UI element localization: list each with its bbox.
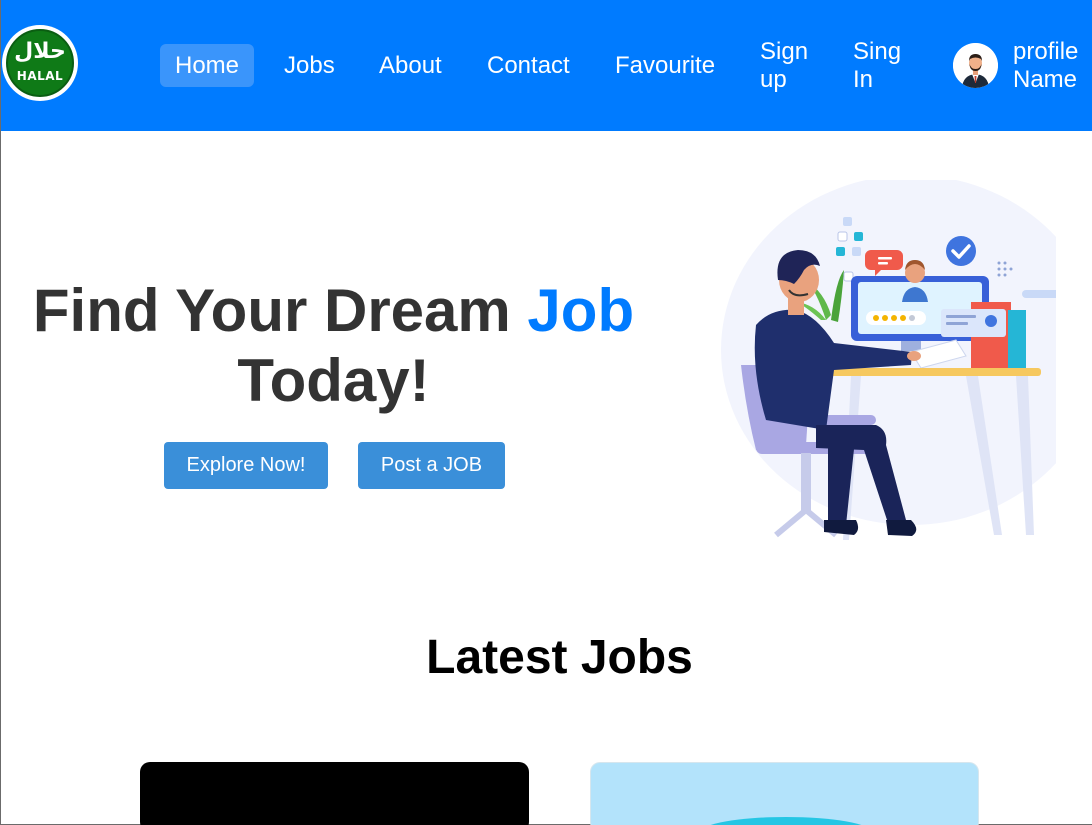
halal-logo-badge: حلال HALAL xyxy=(6,29,74,97)
signup-line2: up xyxy=(760,66,787,93)
hero-title-accent: Job xyxy=(527,277,635,344)
job-interview-illustration xyxy=(716,175,1092,545)
hero-title: Find Your Dream Job Today! xyxy=(21,276,646,416)
nav-signup[interactable]: Sign up xyxy=(760,38,820,94)
profile-line1: profile xyxy=(1013,38,1079,65)
nav-jobs[interactable]: Jobs xyxy=(284,52,335,80)
nav-favourite[interactable]: Favourite xyxy=(615,52,715,80)
explore-now-button[interactable]: Explore Now! xyxy=(164,442,328,489)
logo-arabic-text: حلال xyxy=(14,39,66,64)
hero-title-part1: Find Your Dream xyxy=(32,277,528,344)
profile-name[interactable]: profile Name xyxy=(1013,38,1092,94)
nav-about[interactable]: About xyxy=(379,52,442,80)
profile-avatar-icon[interactable] xyxy=(953,43,998,88)
hero-title-part2: Today! xyxy=(237,347,430,414)
nav-home[interactable]: Home xyxy=(160,44,254,87)
job-card[interactable] xyxy=(590,762,979,825)
signin-line2: In xyxy=(853,66,874,93)
signin-line1: Sing xyxy=(853,38,902,65)
post-job-button[interactable]: Post a JOB xyxy=(358,442,505,489)
logo-text: HALAL xyxy=(16,69,64,83)
profile-line2: Name xyxy=(1013,66,1078,93)
nav-contact[interactable]: Contact xyxy=(487,52,570,80)
nav-signin[interactable]: Sing In xyxy=(853,38,913,94)
card-image-decoration xyxy=(701,817,871,825)
halal-logo[interactable]: حلال HALAL xyxy=(2,25,78,101)
latest-jobs-title: Latest Jobs xyxy=(426,631,693,684)
navbar: حلال HALAL Home Jobs About Contact Favou… xyxy=(1,0,1092,131)
job-card[interactable] xyxy=(140,762,529,825)
signup-line1: Sign xyxy=(760,38,809,65)
